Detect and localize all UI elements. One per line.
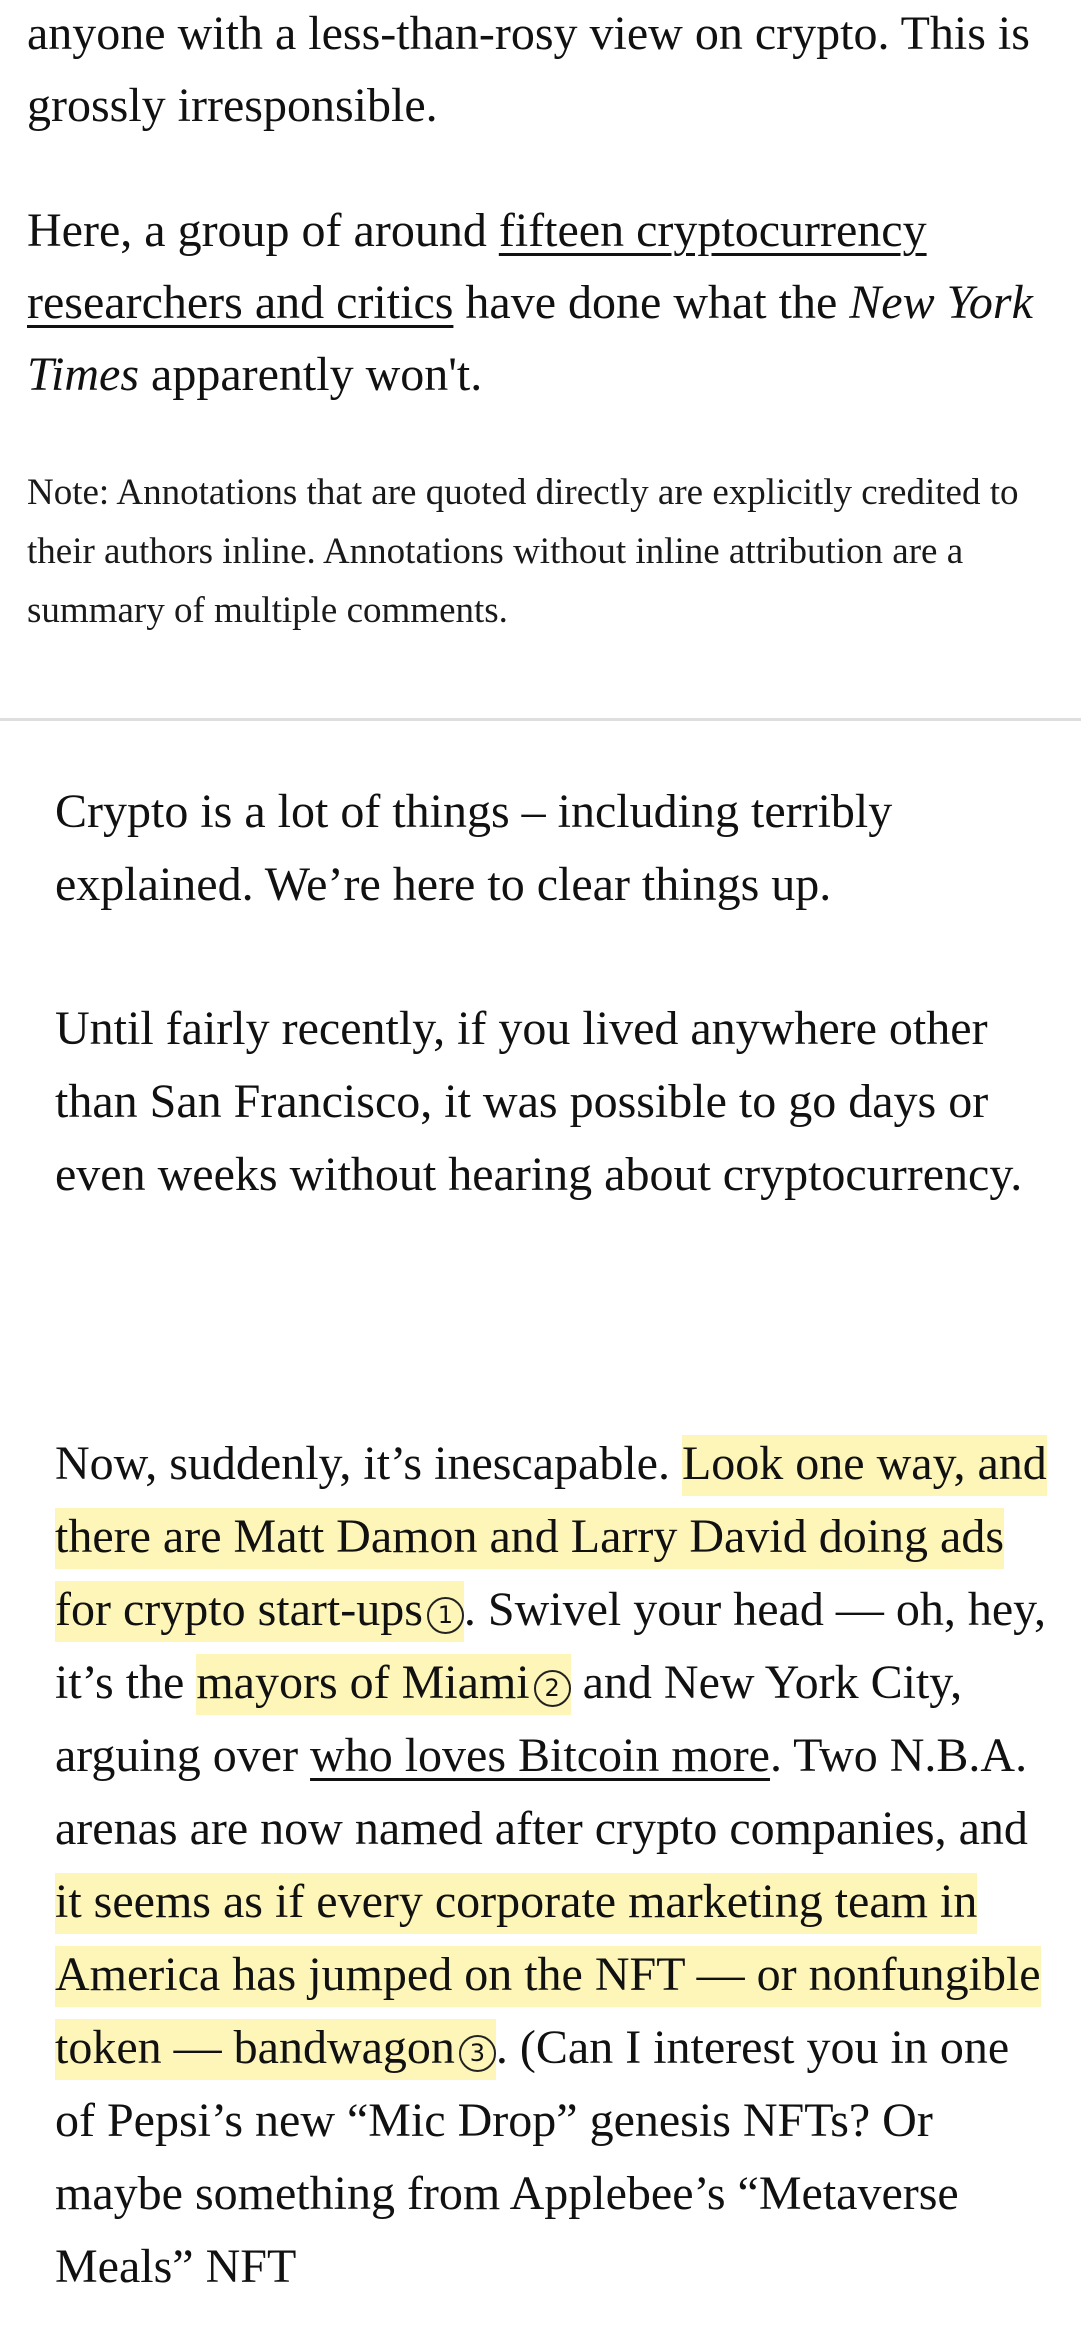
article-paragraph-1: Crypto is a lot of things – including te… [55, 785, 893, 911]
annotation-number-1-icon[interactable]: 1 [426, 1597, 464, 1634]
article-paragraph-2: Until fairly recently, if you lived anyw… [55, 1002, 1023, 1201]
intro-text: have done what the [453, 276, 850, 329]
article-paragraph-3: Now, suddenly, it’s inescapable. Look on… [55, 1427, 1061, 2303]
intro-paragraph-1: anyone with a less-than-rosy view on cry… [27, 7, 1030, 132]
annotation-number-3-icon[interactable]: 3 [458, 2035, 496, 2072]
annotation-number-2-icon[interactable]: 2 [533, 1670, 571, 1707]
intro-paragraph-2: Here, a group of around fifteen cryptocu… [27, 195, 1063, 411]
annotation-note: Note: Annotations that are quoted direct… [27, 472, 1019, 631]
intro-text: apparently won't. [139, 348, 483, 401]
bitcoin-link[interactable]: who loves Bitcoin more [310, 1729, 770, 1782]
intro-text: Here, a group of around [27, 204, 499, 257]
annotation-highlight-2[interactable]: mayors of Miami 2 [196, 1654, 571, 1715]
highlight-text: mayors of Miami [196, 1656, 530, 1709]
article-text: Now, suddenly, it’s inescapable. [55, 1437, 682, 1490]
section-divider [0, 718, 1081, 721]
